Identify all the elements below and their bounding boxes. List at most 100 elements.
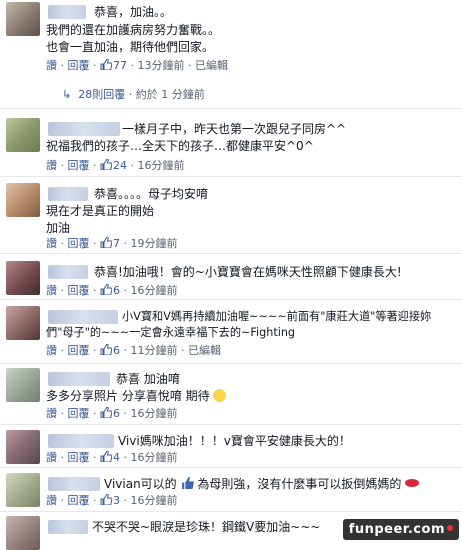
thumbs-up-icon (100, 451, 112, 462)
thumbs-up-icon (100, 159, 112, 170)
reply-link[interactable]: 回覆 (68, 494, 90, 507)
commenter-name[interactable] (48, 520, 88, 534)
view-replies[interactable]: ↳ 28則回覆 · 約於 1 分鐘前 (62, 86, 205, 102)
comment-text: 一樣月子中，昨天也第一次跟兒子同房^^ (122, 122, 347, 136)
comment-text-body: 多多分享照片 分享喜悅唷 期待 (46, 389, 210, 403)
like-link[interactable]: 讚 (46, 284, 57, 297)
timestamp[interactable]: 16分鐘前 (131, 284, 178, 297)
avatar[interactable] (6, 261, 40, 295)
comment-meta: 讚 · 回覆 · 24 · 16分鐘前 (46, 159, 185, 172)
divider (0, 424, 461, 425)
smile-emoji-icon (213, 389, 227, 402)
thumbs-up-icon (100, 237, 112, 248)
comment-text: 小V寶和V媽再持續加油喔~~~~前面有"康莊大道"等著迎接妳 (122, 310, 432, 323)
thumbs-up-icon (100, 407, 112, 418)
thumbs-up-emoji-icon (181, 477, 194, 489)
reply-link[interactable]: 回覆 (68, 344, 90, 357)
thumbs-up-icon (100, 344, 112, 355)
reply-count[interactable]: 28則回覆 (78, 88, 125, 101)
like-link[interactable]: 讚 (46, 59, 57, 72)
timestamp[interactable]: 13分鐘前 (138, 59, 185, 72)
reply-link[interactable]: 回覆 (68, 59, 90, 72)
comment-6: 恭喜 加油唷 多多分享照片 分享喜悅唷 期待 讚 · 回覆 · 6 · 16分鐘… (0, 368, 461, 428)
comment-text-body: Vivian可以的 (104, 477, 177, 491)
commenter-name[interactable] (48, 5, 86, 19)
comment-text-body: 為母則強，沒有什麼事可以扳倒媽媽的 (197, 477, 402, 491)
divider (0, 176, 461, 177)
avatar[interactable] (6, 306, 40, 340)
thumbs-up-icon (100, 494, 112, 505)
comment-1: 恭喜，加油。。 我們的還在加護病房努力奮戰。。 也會一直加油，期待他們回家。 讚… (0, 0, 461, 85)
comment-4: 恭喜!加油哦！會的~小寶寶會在媽咪天性照顧下健康長大! 讚 · 回覆 · 6 ·… (0, 261, 461, 301)
like-count[interactable]: 6 (113, 284, 120, 297)
commenter-name[interactable] (48, 477, 100, 491)
like-link[interactable]: 讚 (46, 407, 57, 420)
like-count[interactable]: 4 (113, 451, 120, 464)
comment-text: 恭喜 加油唷 (116, 372, 180, 386)
reply-link[interactable]: 回覆 (68, 407, 90, 420)
like-link[interactable]: 讚 (46, 494, 57, 507)
edited-label[interactable]: 已編輯 (188, 344, 221, 357)
like-link[interactable]: 讚 (46, 451, 57, 464)
like-count[interactable]: 24 (113, 159, 127, 172)
commenter-name[interactable] (48, 265, 88, 279)
divider (0, 108, 461, 109)
commenter-name[interactable] (48, 372, 110, 386)
divider (0, 253, 461, 254)
avatar[interactable] (6, 473, 40, 507)
like-link[interactable]: 讚 (46, 159, 57, 172)
timestamp[interactable]: 16分鐘前 (131, 494, 178, 507)
avatar[interactable] (6, 430, 40, 464)
reply-link[interactable]: 回覆 (68, 284, 90, 297)
like-count[interactable]: 6 (113, 344, 120, 357)
reply-time: 約於 1 分鐘前 (135, 88, 205, 101)
commenter-name[interactable] (48, 187, 88, 201)
divider (0, 363, 461, 364)
thumbs-up-icon (100, 284, 112, 295)
comment-meta: 讚 · 回覆 · 7 · 19分鐘前 (46, 237, 178, 250)
edited-label[interactable]: 已編輯 (195, 59, 228, 72)
comment-text: Vivi媽咪加油！！！v寶會平安健康長大的！ (118, 434, 351, 448)
thumbs-up-icon (100, 59, 112, 70)
comment-text: 也會一直加油，期待他們回家。 (46, 40, 215, 54)
like-count[interactable]: 3 (113, 494, 120, 507)
comment-text: 祝福我們的孩子…全天下的孩子…都健康平安^0^ (46, 139, 314, 153)
commenter-name[interactable] (48, 122, 120, 136)
comment-5: 小V寶和V媽再持續加油喔~~~~前面有"康莊大道"等著迎接妳 們"母子"的~~~… (0, 306, 461, 366)
timestamp[interactable]: 16分鐘前 (138, 159, 185, 172)
avatar[interactable] (6, 368, 40, 402)
comment-text: 我們的還在加護病房努力奮戰。。 (46, 23, 221, 37)
timestamp[interactable]: 19分鐘前 (131, 237, 178, 250)
comment-meta: 讚 · 回覆 · 4 · 16分鐘前 (46, 451, 178, 464)
comment-text: 恭喜!加油哦！會的~小寶寶會在媽咪天性照顧下健康長大! (94, 265, 402, 279)
timestamp[interactable]: 16分鐘前 (131, 407, 178, 420)
comment-text: 恭喜，加油。。 (94, 5, 173, 19)
comment-meta: 讚 · 回覆 · 3 · 16分鐘前 (46, 494, 178, 507)
like-link[interactable]: 讚 (46, 344, 57, 357)
avatar[interactable] (6, 118, 40, 152)
comment-meta: 讚 · 回覆 · 77 · 13分鐘前 · 已編輯 (46, 59, 228, 72)
comment-text: 恭喜。。。。母子均安唷 (94, 187, 209, 201)
like-count[interactable]: 77 (113, 59, 127, 72)
reply-link[interactable]: 回覆 (68, 159, 90, 172)
comment-text: 不哭不哭~眼淚是珍珠！鋼鐵V要加油~~~ (92, 520, 321, 534)
comment-meta: 讚 · 回覆 · 6 · 11分鐘前 · 已編輯 (46, 344, 221, 357)
like-count[interactable]: 7 (113, 237, 120, 250)
reply-link[interactable]: 回覆 (68, 451, 90, 464)
divider (0, 299, 461, 300)
timestamp[interactable]: 16分鐘前 (131, 451, 178, 464)
timestamp[interactable]: 11分鐘前 (131, 344, 178, 357)
like-count[interactable]: 6 (113, 407, 120, 420)
divider (0, 467, 461, 468)
comment-2: 一樣月子中，昨天也第一次跟兒子同房^^ 祝福我們的孩子…全天下的孩子…都健康平安… (0, 118, 461, 180)
reply-link[interactable]: 回覆 (68, 237, 90, 250)
avatar[interactable] (6, 2, 40, 36)
avatar[interactable] (6, 183, 40, 217)
reply-arrow-icon: ↳ (62, 88, 72, 101)
comment-3: 恭喜。。。。母子均安唷 現在才是真正的開始 加油 讚 · 回覆 · 7 · 19… (0, 183, 461, 253)
commenter-name[interactable] (48, 434, 114, 448)
comment-meta: 讚 · 回覆 · 6 · 16分鐘前 (46, 284, 178, 297)
like-link[interactable]: 讚 (46, 237, 57, 250)
avatar[interactable] (6, 516, 40, 550)
commenter-name[interactable] (48, 310, 118, 324)
